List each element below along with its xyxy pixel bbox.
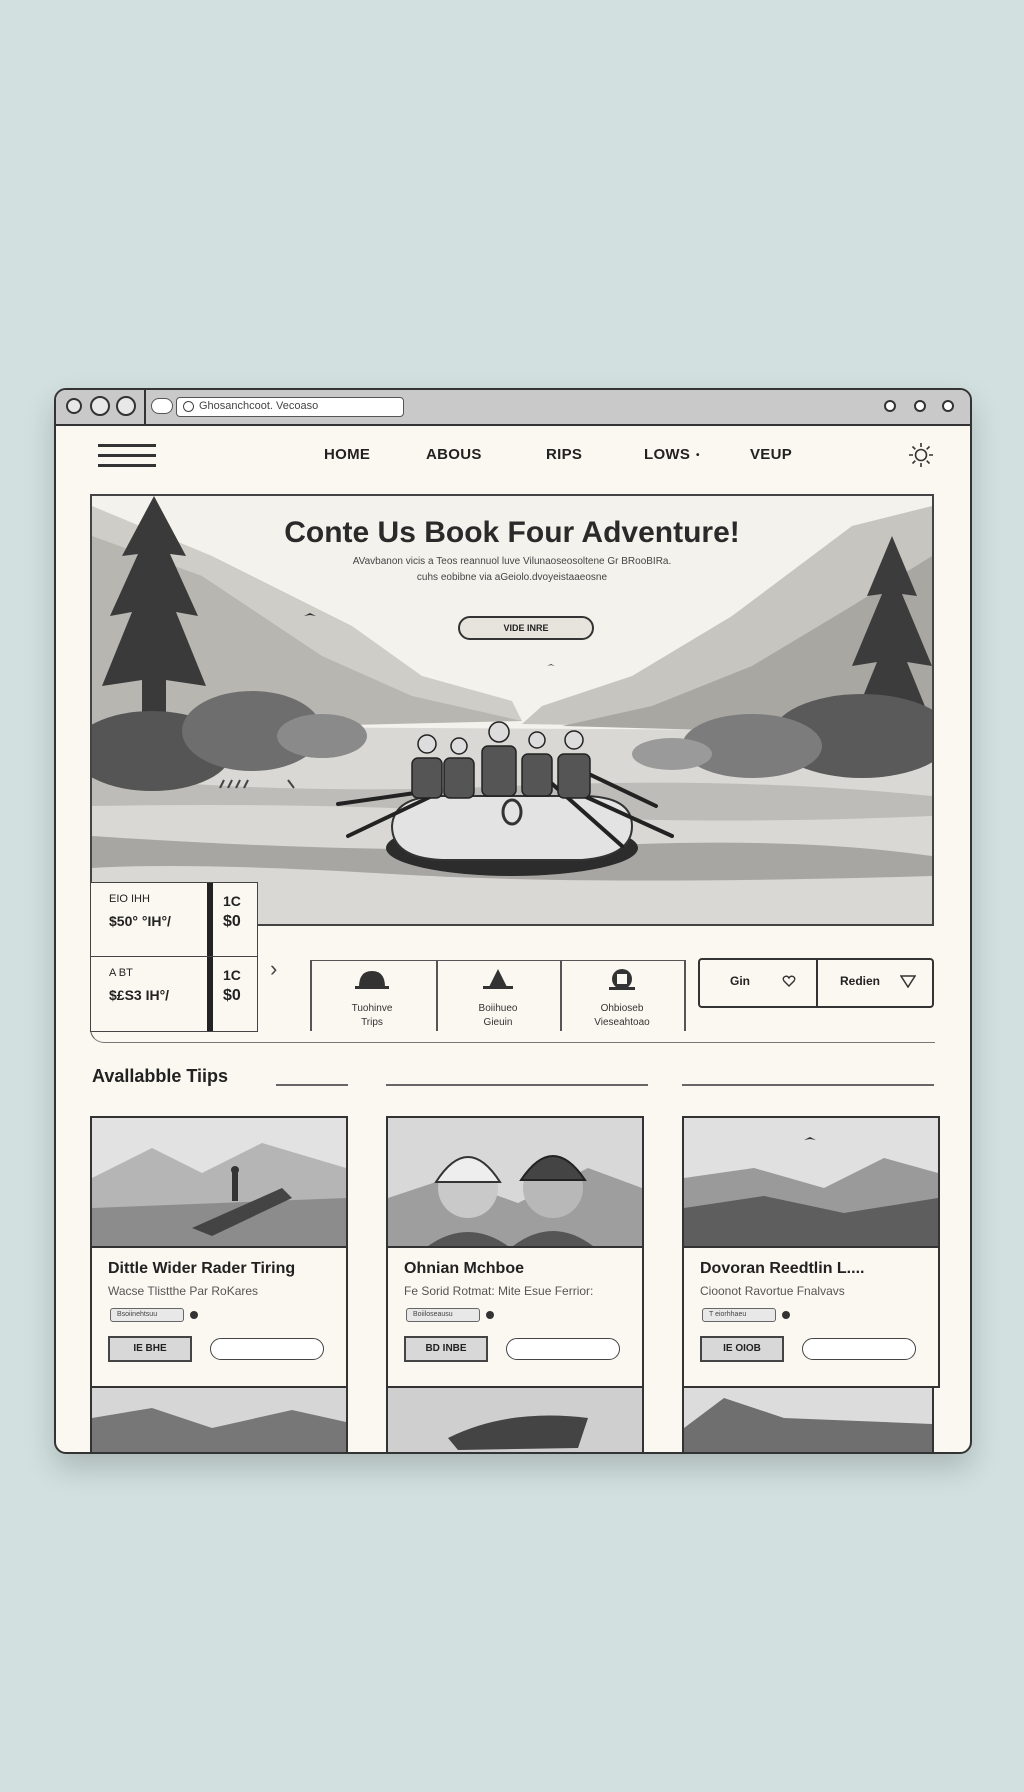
hamburger-menu-icon[interactable]	[98, 444, 156, 468]
trip-image	[684, 1118, 938, 1248]
address-bar[interactable]: Ghosanchcoot. Vecoaso	[176, 397, 404, 417]
site-nav: HOME ABOUS RIPS LOWS • VEUP	[56, 424, 970, 484]
book-button[interactable]: IE OIOB	[700, 1336, 784, 1362]
feature-label: Tuohinve	[351, 1003, 393, 1014]
trip-image-row-2	[90, 1386, 348, 1452]
price-card-2[interactable]: A BT $£S3 IH°/ 1C $0	[90, 956, 258, 1032]
feature-item: Tuohinve Trips	[312, 961, 432, 1033]
details-button[interactable]	[802, 1338, 916, 1360]
maximize-icon[interactable]	[914, 400, 926, 412]
close-icon[interactable]	[942, 400, 954, 412]
feature-list: Tuohinve Trips Boiihueo Gieuin Ohbioseb …	[310, 960, 686, 1033]
trip-image	[92, 1118, 346, 1248]
segmented-toggle: Gin Redien	[698, 958, 934, 1008]
hero-cta-button[interactable]: VIDE INRE	[458, 616, 594, 640]
nav-bullet: •	[696, 450, 700, 461]
trip-image	[388, 1118, 642, 1248]
search-icon	[183, 401, 194, 412]
feature-label: Vieseahtoao	[594, 1017, 650, 1028]
trip-title: Dovoran Reedtlin L....	[700, 1260, 865, 1277]
trip-image-row-2	[682, 1386, 934, 1452]
feature-item: Boiihueo Gieuin	[438, 961, 558, 1033]
trip-subtitle: Fe Sorid Rotmat: Mite Esue Ferrior:	[404, 1284, 594, 1298]
feature-label: Boiihueo	[478, 1003, 518, 1014]
price-amount: $0	[223, 987, 241, 1004]
price-value: $50° °IH°/	[109, 913, 171, 929]
address-text: Ghosanchcoot. Vecoaso	[199, 400, 319, 412]
heart-icon[interactable]	[782, 974, 796, 988]
hat-icon	[483, 969, 513, 989]
section-rule	[682, 1084, 934, 1086]
hero-subtitle-line2: cuhs eobibne via aGeiolo.dvoyeistaaeosne	[416, 572, 608, 583]
shield-icon[interactable]	[900, 974, 916, 988]
book-button[interactable]: BD INBE	[404, 1336, 488, 1362]
toggle-divider	[816, 960, 818, 1006]
price-label: EIO IHH	[109, 893, 150, 905]
toggle-option-right[interactable]: Redien	[840, 974, 880, 988]
browser-toolbar: Ghosanchcoot. Vecoaso	[56, 390, 970, 426]
hero-subtitle-line1: AVavbanon vicis а Teos reannuol luve Vil…	[352, 556, 672, 567]
feature-item: Ohbioseb Vieseahtoao	[562, 961, 682, 1033]
feature-divider	[684, 961, 686, 1031]
status-dot	[190, 1311, 198, 1319]
browser-window: Ghosanchcoot. Vecoaso HOME ABOUS RIPS LO…	[54, 388, 972, 1454]
theme-sun-icon[interactable]	[908, 442, 934, 468]
feature-label: Ohbioseb	[600, 1003, 644, 1014]
reload-icon[interactable]	[116, 396, 136, 416]
toolbar-divider	[144, 390, 146, 424]
feature-label: Gieuin	[483, 1017, 513, 1028]
nav-trips[interactable]: RIPS	[546, 446, 582, 463]
details-button[interactable]	[506, 1338, 620, 1360]
hero-banner: Conte Us Book Four Adventure! AVavbanon …	[90, 494, 934, 926]
status-dot	[782, 1311, 790, 1319]
section-title: Avallabble Tiips	[92, 1066, 229, 1086]
trip-card-2[interactable]: Ohnian Mchboe Fe Sorid Rotmat: Mite Esue…	[386, 1116, 644, 1388]
price-value: $£S3 IH°/	[109, 987, 170, 1003]
trip-card-3[interactable]: Dovoran Reedtlin L.... Cioonot Ravortue …	[682, 1116, 940, 1388]
guide-badge-icon	[609, 969, 635, 990]
details-button[interactable]	[210, 1338, 324, 1360]
forward-icon[interactable]	[90, 396, 110, 416]
trip-card-1[interactable]: Dittle Wider Rader Tiring Wacse Tlistthe…	[90, 1116, 348, 1388]
trip-subtitle: Wacse Tlistthe Par RoKares	[108, 1284, 259, 1298]
hero-title: Conte Us Book Four Adventure!	[284, 516, 740, 549]
status-dot	[486, 1311, 494, 1319]
price-count: 1C	[223, 893, 241, 909]
feature-label: Trips	[361, 1017, 383, 1028]
trip-date-field[interactable]: Bsoiinehtsuu	[110, 1308, 184, 1322]
tab-icon[interactable]	[151, 398, 173, 414]
section-rule	[386, 1084, 648, 1086]
chevron-right-icon[interactable]: ›	[270, 956, 277, 982]
back-icon[interactable]	[66, 398, 82, 414]
price-divider	[207, 883, 213, 957]
price-card-1[interactable]: EIO IHH $50° °IH°/ 1C $0	[90, 882, 258, 958]
nav-about[interactable]: ABOUS	[426, 446, 482, 463]
helmet-icon	[355, 971, 389, 989]
trip-subtitle: Cioonot Ravortue Fnalvavs	[700, 1284, 845, 1298]
price-count: 1C	[223, 967, 241, 983]
price-divider	[207, 957, 213, 1031]
section-rule	[276, 1084, 348, 1086]
trip-image-row-2	[386, 1386, 644, 1452]
nav-veup[interactable]: VEUP	[750, 446, 792, 463]
trip-title: Ohnian Mchboe	[404, 1260, 524, 1277]
toggle-option-left[interactable]: Gin	[730, 974, 750, 988]
trip-title: Dittle Wider Rader Tiring	[108, 1260, 296, 1277]
price-amount: $0	[223, 913, 241, 930]
book-button[interactable]: IE BHE	[108, 1336, 192, 1362]
minimize-icon[interactable]	[884, 400, 896, 412]
nav-lows[interactable]: LOWS	[644, 446, 690, 463]
nav-home[interactable]: HOME	[324, 446, 370, 463]
trip-date-field[interactable]: Boiiloseausu	[406, 1308, 480, 1322]
trip-date-field[interactable]: T eiorhhaeu	[702, 1308, 776, 1322]
price-label: A BT	[109, 967, 133, 979]
